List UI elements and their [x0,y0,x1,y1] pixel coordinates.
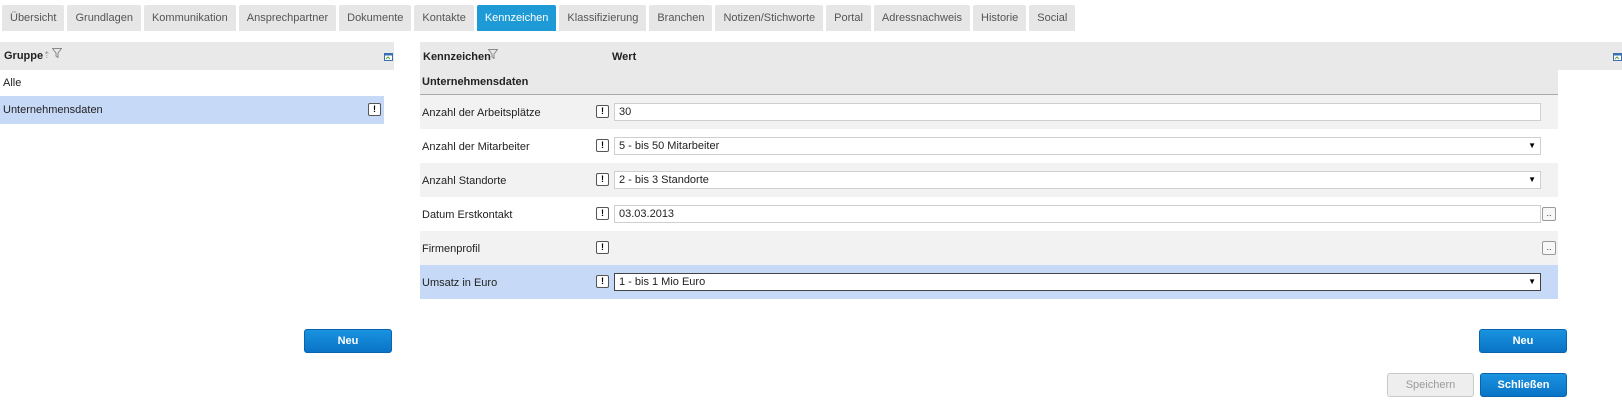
attribute-label: Datum Erstkontakt [422,209,513,221]
umsatz-select[interactable]: 1 - bis 1 Mio Euro [614,273,1541,291]
tab-dokumente[interactable]: Dokumente [339,5,412,31]
info-badge-icon[interactable]: ! [596,207,609,220]
list-item[interactable]: Unternehmensdaten ! [0,96,384,124]
tab-portal[interactable]: Portal [826,5,871,31]
standorte-select[interactable]: 2 - bis 3 Standorte [614,171,1541,189]
wert-column-header[interactable]: Wert [612,51,636,63]
tab-kontakte[interactable]: Kontakte [414,5,474,31]
kennzeichen-column-header[interactable]: Kennzeichen [423,51,491,63]
arbeitsplaetze-input[interactable]: 30 [614,103,1541,121]
info-badge-icon[interactable]: ! [596,275,609,288]
info-badge-icon[interactable]: ! [596,173,609,186]
tab-branchen[interactable]: Branchen [649,5,713,31]
tab-kommunikation[interactable]: Kommunikation [143,5,236,31]
new-attribute-button[interactable]: Neu [1479,329,1567,353]
table-row[interactable]: Umsatz in Euro ! 1 - bis 1 Mio Euro [420,265,1558,299]
tab-uebersicht[interactable]: Übersicht [2,5,65,31]
group-column-header[interactable]: Gruppe [4,50,43,62]
tab-klassifizierung[interactable]: Klassifizierung [559,5,647,31]
info-badge-icon[interactable]: ! [596,105,609,118]
tab-notizen-stichworte[interactable]: Notizen/Stichworte [715,5,824,31]
column-chooser-icon[interactable] [384,52,393,64]
close-button[interactable]: Schließen [1480,373,1567,397]
save-button[interactable]: Speichern [1387,373,1474,397]
new-group-button[interactable]: Neu [304,329,392,353]
date-picker-button[interactable]: .. [1542,207,1556,221]
erstkontakt-date-input[interactable]: 03.03.2013 [614,205,1541,223]
group-label: Alle [3,77,22,89]
attribute-label: Anzahl Standorte [422,175,507,187]
group-label: Unternehmensdaten [3,104,103,116]
attribute-label: Anzahl der Mitarbeiter [422,141,530,153]
attributes-header: Kennzeichen Wert [420,42,1622,70]
table-row[interactable]: Anzahl der Arbeitsplätze ! 30 [420,95,1558,129]
list-item[interactable]: Alle [0,70,394,96]
filter-icon[interactable] [487,49,499,62]
group-header: Gruppe ⇡ [0,42,394,70]
section-title: Unternehmensdaten [420,70,1558,95]
group-panel: Gruppe ⇡ Alle Unternehmensdaten ! [0,42,394,124]
table-row[interactable]: Firmenprofil ! .. [420,231,1558,265]
info-badge-icon[interactable]: ! [596,241,609,254]
attribute-label: Anzahl der Arbeitsplätze [422,107,541,119]
tab-kennzeichen[interactable]: Kennzeichen [476,5,557,31]
attribute-label: Umsatz in Euro [422,277,498,289]
tab-bar: Übersicht Grundlagen Kommunikation Anspr… [2,5,1078,31]
tab-grundlagen[interactable]: Grundlagen [67,5,141,31]
firmenprofil-edit-button[interactable]: .. [1542,241,1556,255]
info-badge-icon[interactable]: ! [368,103,381,116]
tab-social[interactable]: Social [1029,5,1076,31]
column-chooser-icon[interactable] [1613,52,1622,64]
tab-adressnachweis[interactable]: Adressnachweis [873,5,970,31]
attribute-label: Firmenprofil [422,243,481,255]
tab-historie[interactable]: Historie [973,5,1027,31]
filter-icon[interactable] [51,48,63,61]
table-row[interactable]: Anzahl Standorte ! 2 - bis 3 Standorte [420,163,1558,197]
attributes-panel: Kennzeichen Wert Unternehmensdaten Anzah… [420,42,1622,299]
info-badge-icon[interactable]: ! [596,139,609,152]
table-row[interactable]: Datum Erstkontakt ! 03.03.2013 .. [420,197,1558,231]
sort-icon[interactable]: ⇡ [43,50,51,61]
table-row[interactable]: Anzahl der Mitarbeiter ! 5 - bis 50 Mita… [420,129,1558,163]
tab-ansprechpartner[interactable]: Ansprechpartner [238,5,337,31]
mitarbeiter-select[interactable]: 5 - bis 50 Mitarbeiter [614,137,1541,155]
